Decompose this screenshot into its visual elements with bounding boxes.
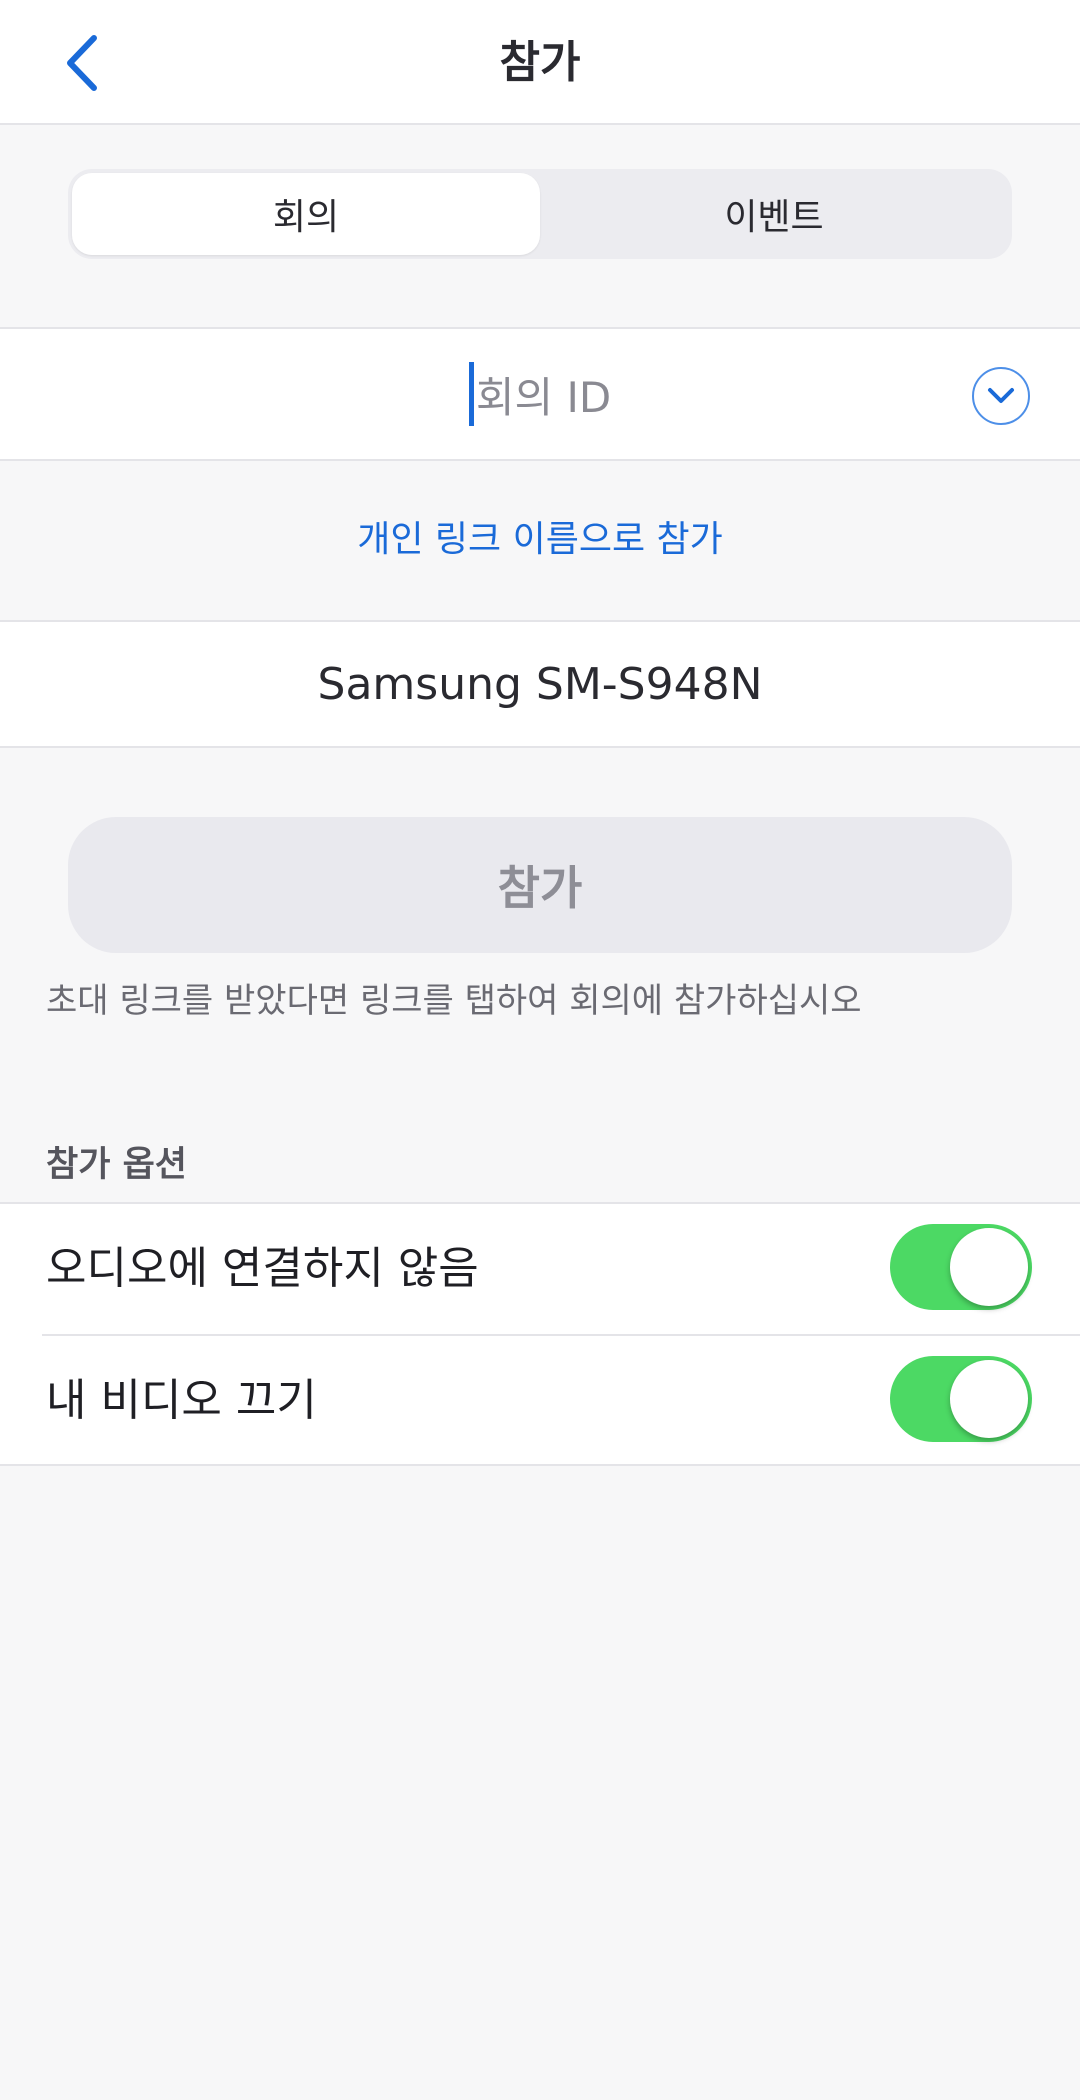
join-with-personal-link-button[interactable]: 개인 링크 이름으로 참가 bbox=[0, 510, 1080, 570]
option-label: 오디오에 연결하지 않음 bbox=[46, 1243, 479, 1294]
chevron-down-icon bbox=[988, 388, 1014, 403]
display-name-row: Samsung SM-S948N bbox=[0, 620, 1080, 748]
join-options-heading: 참가 옵션 bbox=[46, 1145, 187, 1185]
join-options-list: 오디오에 연결하지 않음 내 비디오 끄기 bbox=[0, 1202, 1080, 1466]
display-name-input[interactable]: Samsung SM-S948N bbox=[0, 622, 1080, 746]
meeting-id-row: 회의 ID bbox=[0, 327, 1080, 461]
header-bar: 참가 bbox=[0, 0, 1080, 125]
no-audio-toggle[interactable] bbox=[890, 1224, 1032, 1310]
video-off-toggle[interactable] bbox=[890, 1356, 1032, 1442]
toggle-knob bbox=[950, 1228, 1028, 1306]
meeting-type-tabs: 회의 이벤트 bbox=[68, 169, 1012, 259]
meeting-id-input[interactable]: 회의 ID bbox=[0, 329, 1080, 459]
join-button[interactable]: 참가 bbox=[68, 817, 1012, 953]
option-no-audio: 오디오에 연결하지 않음 bbox=[0, 1204, 1080, 1336]
invite-link-hint: 초대 링크를 받았다면 링크를 탭하여 회의에 참가하십시오 bbox=[46, 981, 862, 1021]
option-label: 내 비디오 끄기 bbox=[46, 1375, 317, 1426]
toggle-knob bbox=[950, 1360, 1028, 1438]
page-title: 참가 bbox=[499, 37, 581, 88]
meeting-history-dropdown-button[interactable] bbox=[972, 367, 1030, 425]
tab-event[interactable]: 이벤트 bbox=[540, 173, 1008, 255]
option-video-off: 내 비디오 끄기 bbox=[0, 1336, 1080, 1466]
tab-meeting[interactable]: 회의 bbox=[72, 173, 540, 255]
text-cursor bbox=[468, 362, 474, 426]
meeting-id-placeholder: 회의 ID bbox=[475, 372, 612, 422]
